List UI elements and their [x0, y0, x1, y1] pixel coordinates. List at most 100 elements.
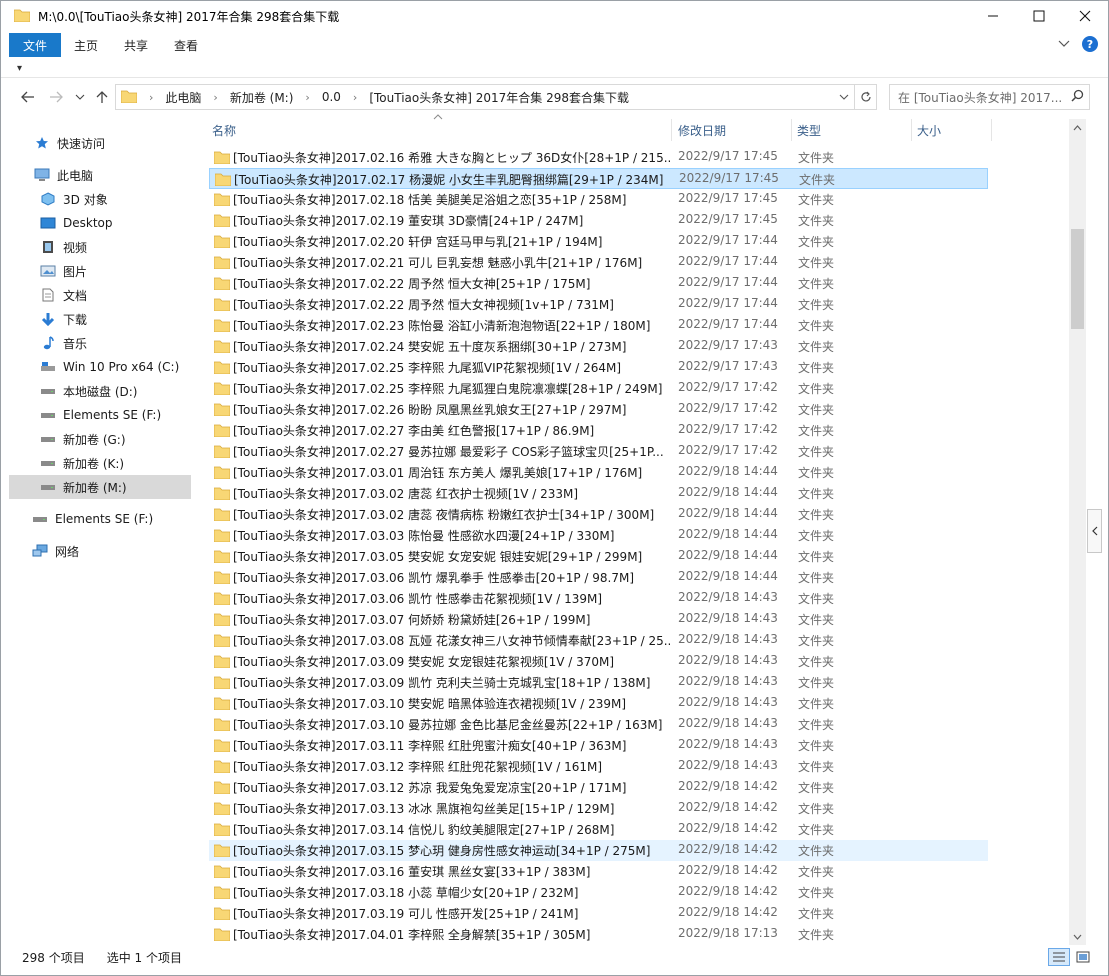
forward-arrow-icon[interactable]	[45, 86, 67, 108]
nav-item-music[interactable]: 音乐	[9, 331, 191, 355]
table-row[interactable]: [TouTiao头条女神]2017.03.06 凯竹 爆乳拳手 性感拳击[20+…	[209, 567, 988, 588]
file-name[interactable]: [TouTiao头条女神]2017.03.02 唐蕊 夜情病栋 粉嫩红衣护士[3…	[233, 506, 670, 523]
column-header-name[interactable]: 名称	[212, 122, 236, 139]
preview-pane-toggle-icon[interactable]	[1087, 509, 1102, 553]
column-divider[interactable]	[671, 119, 672, 141]
recent-locations-chevron-icon[interactable]	[69, 86, 91, 108]
expand-ribbon-icon[interactable]	[1058, 37, 1070, 51]
table-row[interactable]: [TouTiao头条女神]2017.03.01 周治钰 东方美人 爆乳美娘[17…	[209, 462, 988, 483]
tab-view[interactable]: 查看	[161, 33, 211, 57]
breadcrumb-chevron-icon[interactable]: ›	[149, 91, 153, 104]
file-name[interactable]: [TouTiao头条女神]2017.03.10 樊安妮 暗黑体验连衣裙视频[1V…	[233, 695, 670, 712]
table-row[interactable]: [TouTiao头条女神]2017.03.09 樊安妮 女宠银娃花絮视频[1V …	[209, 651, 988, 672]
tab-share[interactable]: 共享	[111, 33, 161, 57]
up-arrow-icon[interactable]	[91, 86, 113, 108]
file-name[interactable]: [TouTiao头条女神]2017.03.15 梦心玥 健身房性感女神运动[34…	[233, 842, 670, 859]
table-row[interactable]: [TouTiao头条女神]2017.02.16 希雅 大きな胸とヒップ 36D女…	[209, 147, 988, 168]
table-row[interactable]: [TouTiao头条女神]2017.02.27 曼苏拉娜 最爱彩子 COS彩子篮…	[209, 441, 988, 462]
file-name[interactable]: [TouTiao头条女神]2017.02.20 轩伊 宫廷马甲与乳[21+1P …	[233, 233, 670, 250]
nav-item-network[interactable]: 网络	[9, 539, 191, 563]
file-name[interactable]: [TouTiao头条女神]2017.03.06 凯竹 性感拳击花絮视频[1V /…	[233, 590, 670, 607]
table-row[interactable]: [TouTiao头条女神]2017.02.22 周予然 恒大女神视频[1v+1P…	[209, 294, 988, 315]
vertical-scrollbar[interactable]	[1069, 119, 1086, 945]
refresh-icon[interactable]	[854, 85, 876, 109]
file-name[interactable]: [TouTiao头条女神]2017.02.16 希雅 大きな胸とヒップ 36D女…	[233, 149, 670, 166]
file-name[interactable]: [TouTiao头条女神]2017.02.25 李梓熙 九尾狐狸白鬼院凛凛蝶[2…	[233, 380, 670, 397]
search-box[interactable]: 在 [TouTiao头条女神] 2017...	[889, 84, 1090, 110]
table-row[interactable]: [TouTiao头条女神]2017.03.08 瓦娅 花漾女神三八女神节倾情奉献…	[209, 630, 988, 651]
details-view-icon[interactable]	[1048, 948, 1070, 966]
maximize-button[interactable]	[1016, 1, 1062, 31]
nav-item-elements-se[interactable]: Elements SE (F:)	[9, 507, 191, 531]
table-row[interactable]: [TouTiao头条女神]2017.03.03 陈怡曼 性感欲水四漫[24+1P…	[209, 525, 988, 546]
file-name[interactable]: [TouTiao头条女神]2017.02.23 陈怡曼 浴缸小清新泡泡物语[22…	[233, 317, 670, 334]
table-row[interactable]: [TouTiao头条女神]2017.02.24 樊安妮 五十度灰系捆绑[30+1…	[209, 336, 988, 357]
nav-item-drive-m[interactable]: 新加卷 (M:)	[9, 475, 191, 499]
file-name[interactable]: [TouTiao头条女神]2017.03.11 李梓熙 红肚兜蜜汁痴女[40+1…	[233, 737, 670, 754]
table-row[interactable]: [TouTiao头条女神]2017.02.18 恬美 美腿美足浴姐之恋[35+1…	[209, 189, 988, 210]
file-name[interactable]: [TouTiao头条女神]2017.03.03 陈怡曼 性感欲水四漫[24+1P…	[233, 527, 670, 544]
nav-item-drive-c[interactable]: Win 10 Pro x64 (C:)	[9, 355, 191, 379]
file-name[interactable]: [TouTiao头条女神]2017.02.17 杨漫妮 小女生丰乳肥臀捆绑篇[2…	[234, 171, 671, 188]
nav-item-pictures[interactable]: 图片	[9, 259, 191, 283]
table-row[interactable]: [TouTiao头条女神]2017.02.20 轩伊 宫廷马甲与乳[21+1P …	[209, 231, 988, 252]
table-row[interactable]: [TouTiao头条女神]2017.02.23 陈怡曼 浴缸小清新泡泡物语[22…	[209, 315, 988, 336]
table-row[interactable]: [TouTiao头条女神]2017.02.27 李由美 红色警报[17+1P /…	[209, 420, 988, 441]
search-icon[interactable]	[1065, 89, 1089, 105]
file-name[interactable]: [TouTiao头条女神]2017.03.01 周治钰 东方美人 爆乳美娘[17…	[233, 464, 670, 481]
file-name[interactable]: [TouTiao头条女神]2017.02.25 李梓熙 九尾狐VIP花絮视频[1…	[233, 359, 670, 376]
breadcrumb-chevron-icon[interactable]: ›	[353, 91, 357, 104]
nav-item-documents[interactable]: 文档	[9, 283, 191, 307]
table-row[interactable]: [TouTiao头条女神]2017.03.13 冰冰 黑旗袍勾丝美足[15+1P…	[209, 798, 988, 819]
file-name[interactable]: [TouTiao头条女神]2017.03.06 凯竹 爆乳拳手 性感拳击[20+…	[233, 569, 670, 586]
help-icon[interactable]: ?	[1082, 36, 1098, 52]
table-row[interactable]: [TouTiao头条女神]2017.02.26 盼盼 凤凰黑丝乳娘女王[27+1…	[209, 399, 988, 420]
file-name[interactable]: [TouTiao头条女神]2017.03.14 信悦儿 豹纹美腿限定[27+1P…	[233, 821, 670, 838]
column-divider[interactable]	[791, 119, 792, 141]
address-bar[interactable]: › 此电脑 › 新加卷 (M:) › 0.0 › [TouTiao头条女神] 2…	[115, 84, 877, 110]
large-icons-view-icon[interactable]	[1072, 948, 1094, 966]
breadcrumb-current[interactable]: [TouTiao头条女神] 2017年合集 298套合集下载	[369, 89, 629, 106]
close-button[interactable]	[1062, 1, 1108, 31]
table-row[interactable]: [TouTiao头条女神]2017.03.02 唐蕊 夜情病栋 粉嫩红衣护士[3…	[209, 504, 988, 525]
table-row[interactable]: [TouTiao头条女神]2017.03.16 董安琪 黑丝女宴[33+1P /…	[209, 861, 988, 882]
column-header-size[interactable]: 大小	[917, 122, 941, 139]
table-row[interactable]: [TouTiao头条女神]2017.03.14 信悦儿 豹纹美腿限定[27+1P…	[209, 819, 988, 840]
nav-item-drive-f[interactable]: Elements SE (F:)	[9, 403, 191, 427]
file-name[interactable]: [TouTiao头条女神]2017.03.05 樊安妮 女宠安妮 银娃安妮[29…	[233, 548, 670, 565]
table-row[interactable]: [TouTiao头条女神]2017.03.09 凯竹 克利夫兰骑士克城乳宝[18…	[209, 672, 988, 693]
table-row[interactable]: [TouTiao头条女神]2017.03.18 小蕊 草帽少女[20+1P / …	[209, 882, 988, 903]
table-row[interactable]: [TouTiao头条女神]2017.03.06 凯竹 性感拳击花絮视频[1V /…	[209, 588, 988, 609]
file-name[interactable]: [TouTiao头条女神]2017.02.24 樊安妮 五十度灰系捆绑[30+1…	[233, 338, 670, 355]
file-name[interactable]: [TouTiao头条女神]2017.02.26 盼盼 凤凰黑丝乳娘女王[27+1…	[233, 401, 670, 418]
file-name[interactable]: [TouTiao头条女神]2017.03.07 何娇娇 粉黛娇娃[26+1P /…	[233, 611, 670, 628]
tab-home[interactable]: 主页	[61, 33, 111, 57]
breadcrumb-folder[interactable]: 0.0	[322, 90, 341, 104]
file-name[interactable]: [TouTiao头条女神]2017.02.22 周予然 恒大女神视频[1v+1P…	[233, 296, 670, 313]
breadcrumb-chevron-icon[interactable]: ›	[213, 91, 217, 104]
table-row[interactable]: [TouTiao头条女神]2017.02.21 可儿 巨乳妄想 魅惑小乳牛[21…	[209, 252, 988, 273]
table-row[interactable]: [TouTiao头条女神]2017.03.11 李梓熙 红肚兜蜜汁痴女[40+1…	[209, 735, 988, 756]
table-row[interactable]: [TouTiao头条女神]2017.03.02 唐蕊 红衣护士视频[1V / 2…	[209, 483, 988, 504]
file-name[interactable]: [TouTiao头条女神]2017.02.19 董安琪 3D豪情[24+1P /…	[233, 212, 670, 229]
file-name[interactable]: [TouTiao头条女神]2017.03.13 冰冰 黑旗袍勾丝美足[15+1P…	[233, 800, 670, 817]
table-row[interactable]: [TouTiao头条女神]2017.03.12 苏凉 我爱兔兔爱宠凉宝[20+1…	[209, 777, 988, 798]
file-name[interactable]: [TouTiao头条女神]2017.03.12 李梓熙 红肚兜花絮视频[1V /…	[233, 758, 670, 775]
table-row[interactable]: [TouTiao头条女神]2017.02.25 李梓熙 九尾狐狸白鬼院凛凛蝶[2…	[209, 378, 988, 399]
breadcrumb-chevron-icon[interactable]: ›	[305, 91, 309, 104]
table-row[interactable]: [TouTiao头条女神]2017.03.07 何娇娇 粉黛娇娃[26+1P /…	[209, 609, 988, 630]
nav-item-this-pc[interactable]: 此电脑	[9, 163, 191, 187]
tab-file[interactable]: 文件	[9, 33, 62, 57]
nav-item-desktop[interactable]: Desktop	[9, 211, 191, 235]
breadcrumb-this-pc[interactable]: 此电脑	[165, 89, 201, 106]
scroll-up-icon[interactable]	[1069, 119, 1086, 136]
file-name[interactable]: [TouTiao头条女神]2017.04.01 李梓熙 全身解禁[35+1P /…	[233, 926, 670, 943]
scroll-down-icon[interactable]	[1069, 928, 1086, 945]
file-name[interactable]: [TouTiao头条女神]2017.03.12 苏凉 我爱兔兔爱宠凉宝[20+1…	[233, 779, 670, 796]
file-name[interactable]: [TouTiao头条女神]2017.03.09 凯竹 克利夫兰骑士克城乳宝[18…	[233, 674, 670, 691]
file-name[interactable]: [TouTiao头条女神]2017.03.16 董安琪 黑丝女宴[33+1P /…	[233, 863, 670, 880]
nav-item-quick-access[interactable]: 快速访问	[9, 131, 191, 155]
table-row[interactable]: [TouTiao头条女神]2017.02.22 周予然 恒大女神[25+1P /…	[209, 273, 988, 294]
column-header-type[interactable]: 类型	[797, 122, 821, 139]
column-divider[interactable]	[911, 119, 912, 141]
